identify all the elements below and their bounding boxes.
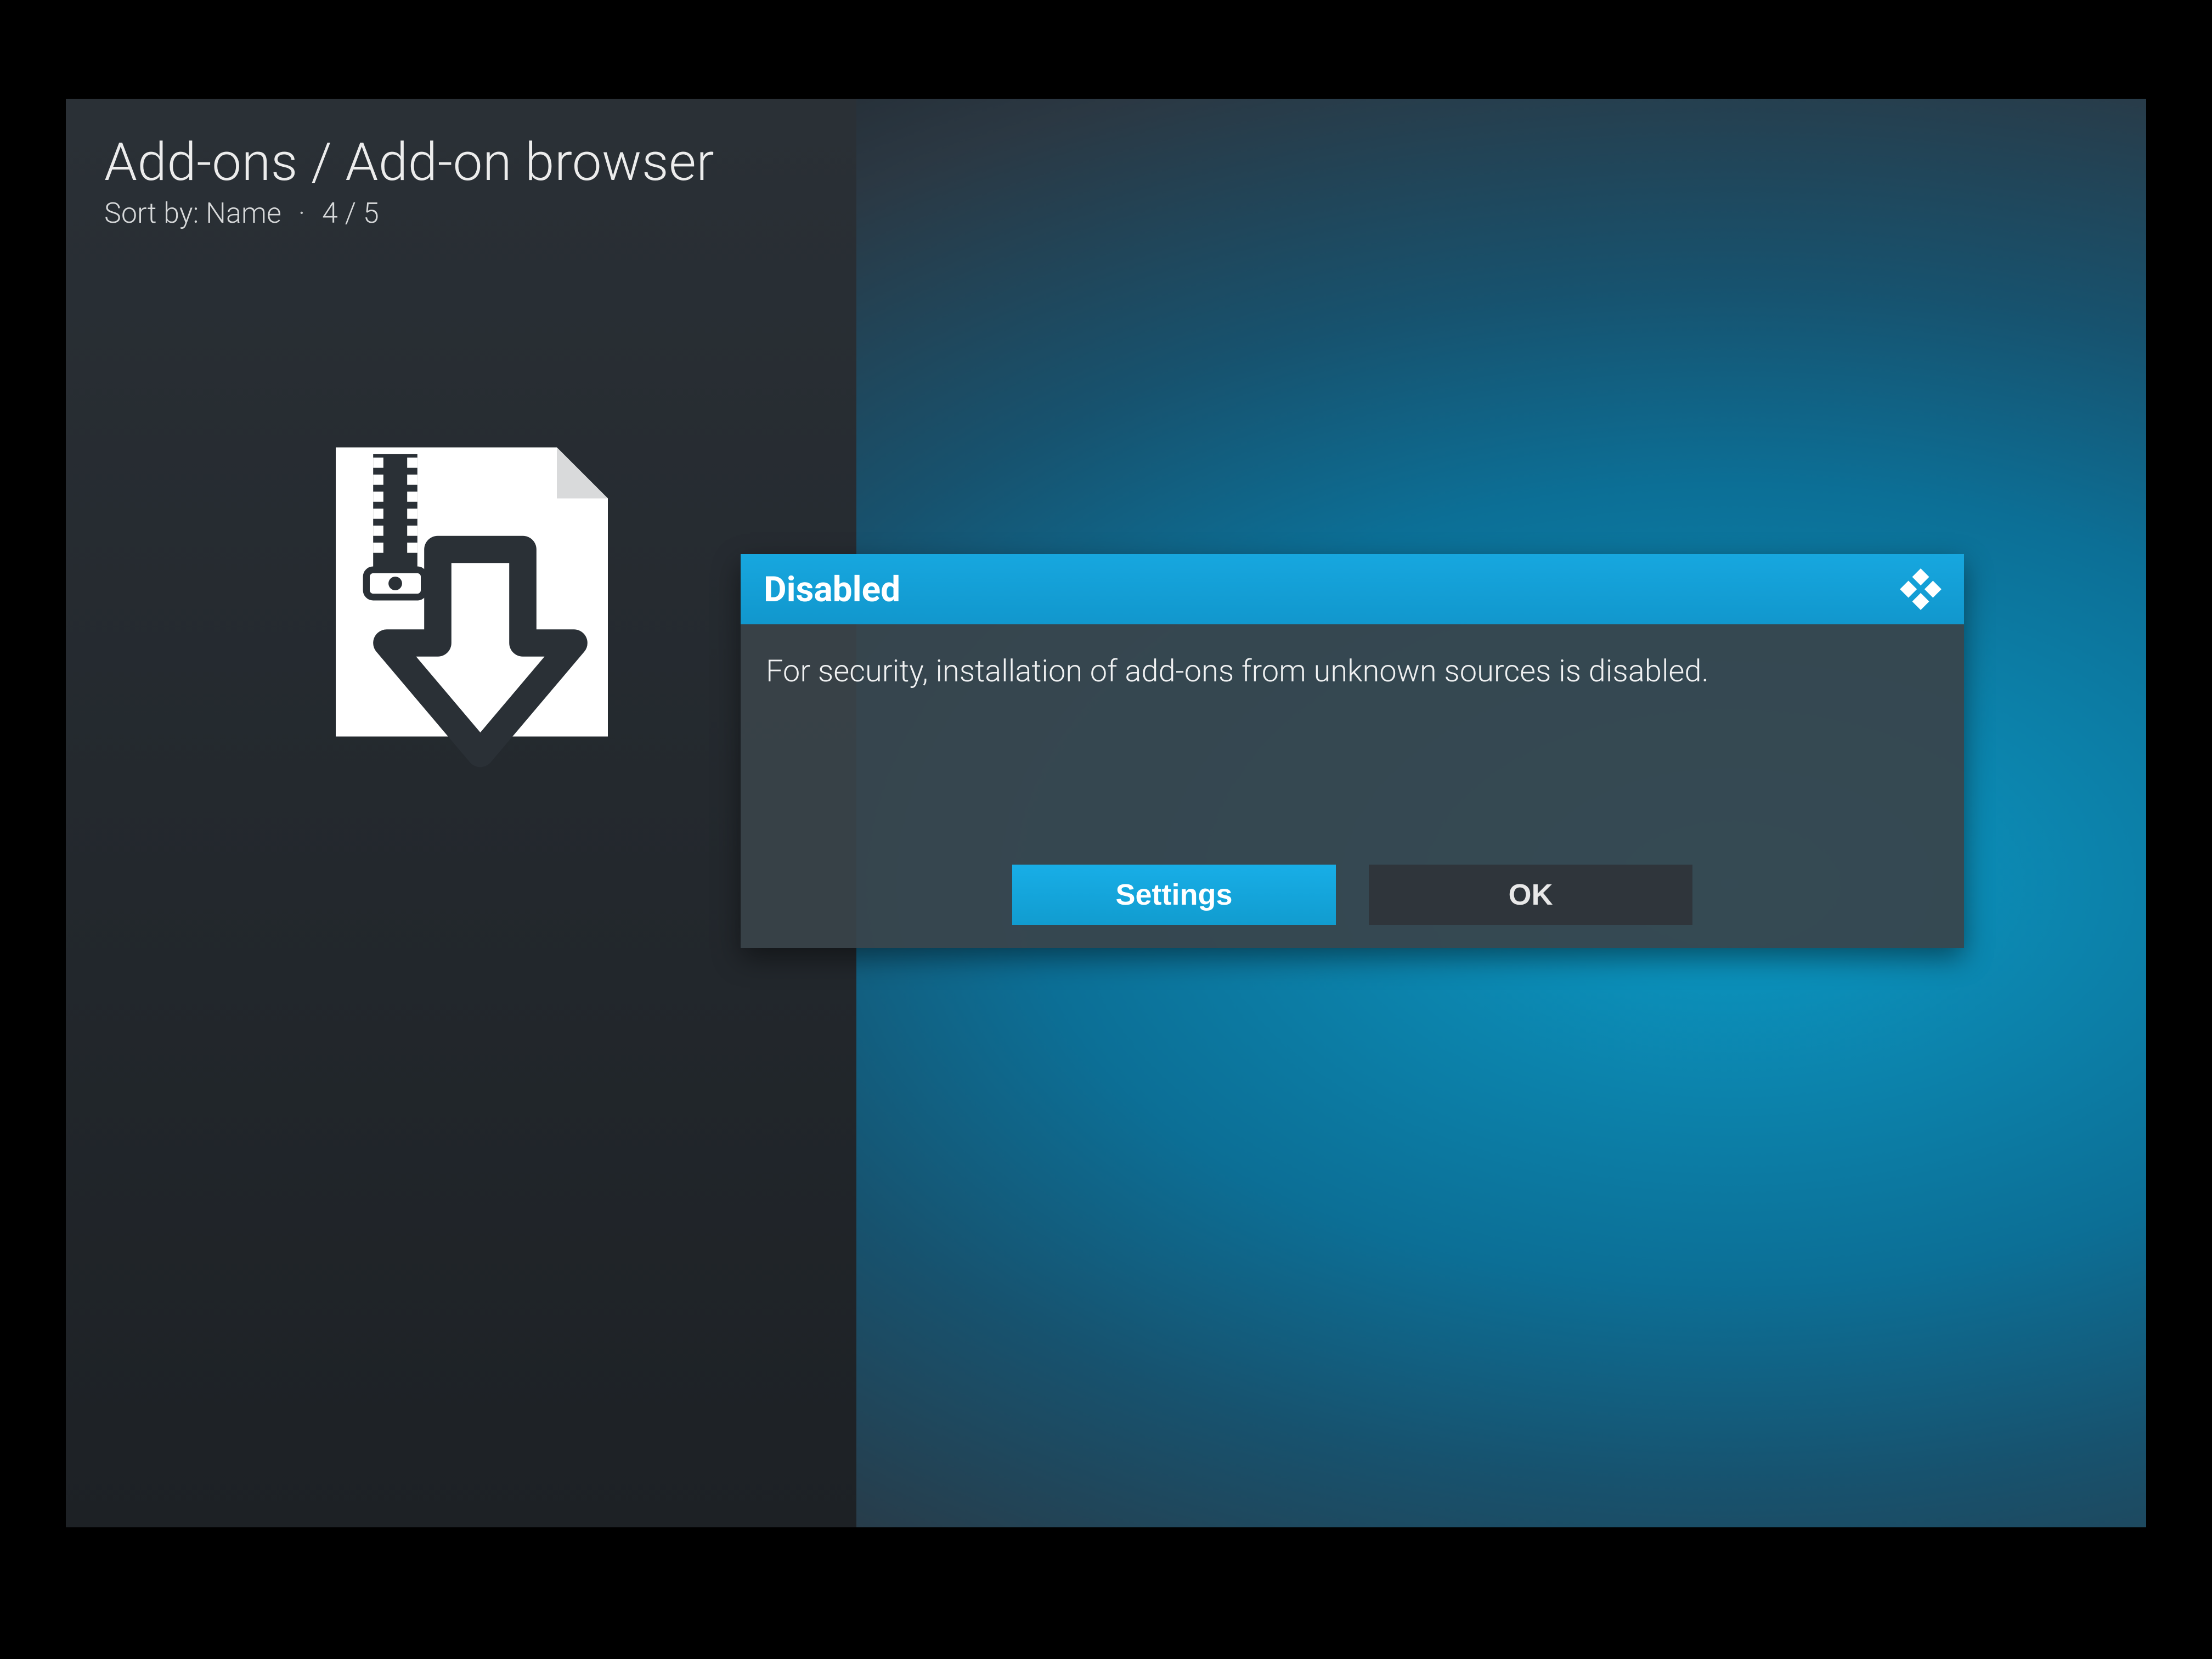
- settings-button[interactable]: Settings: [1012, 865, 1336, 925]
- kodi-logo-icon: [1897, 566, 1944, 613]
- unknown-sources-dialog: Disabled For security, installation of a…: [741, 554, 1964, 948]
- list-position: 4 / 5: [322, 196, 379, 230]
- zip-install-icon: [302, 428, 642, 790]
- app-screen: Add-ons / Add-on browser Sort by: Name ·…: [66, 99, 2146, 1527]
- sort-by-label: Sort by: Name: [104, 196, 281, 230]
- left-info-pane: [66, 99, 856, 1527]
- dialog-titlebar: Disabled: [741, 554, 1964, 624]
- dialog-body: For security, installation of add-ons fr…: [741, 624, 1964, 855]
- header-subline: Sort by: Name · 4 / 5: [104, 196, 714, 230]
- dialog-title: Disabled: [764, 569, 900, 610]
- dialog-button-row: Settings OK: [741, 855, 1964, 948]
- breadcrumb: Add-ons / Add-on browser: [104, 132, 714, 193]
- page-header: Add-ons / Add-on browser Sort by: Name ·…: [104, 132, 714, 230]
- dialog-message: For security, installation of add-ons fr…: [766, 651, 1939, 692]
- separator-dot: ·: [298, 196, 306, 230]
- ok-button[interactable]: OK: [1369, 865, 1692, 925]
